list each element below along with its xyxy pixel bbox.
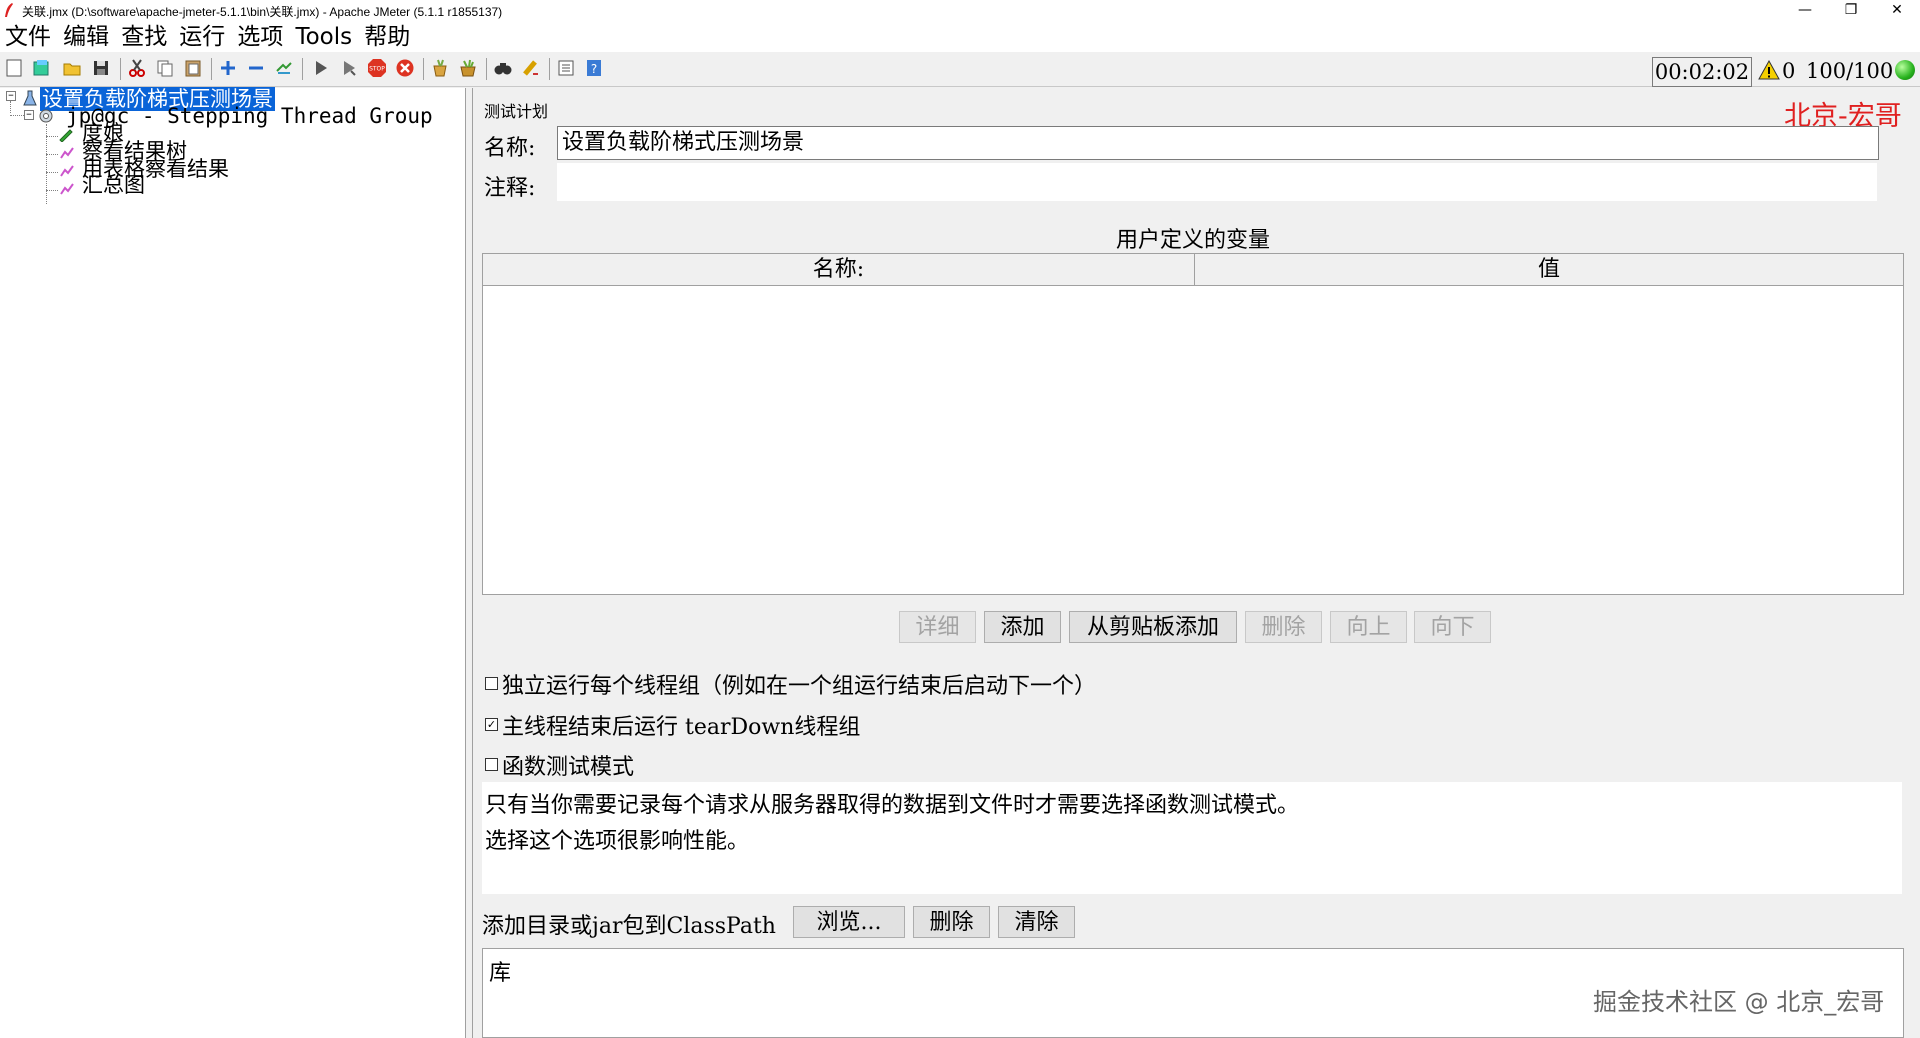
stop-icon[interactable]: STOP — [367, 58, 387, 78]
tree-collapse-thread-group[interactable]: − — [24, 110, 34, 120]
functional-mode-note: 只有当你需要记录每个请求从服务器取得的数据到文件时才需要选择函数测试模式。 选择… — [482, 782, 1902, 894]
listener-chart-icon — [60, 183, 74, 195]
delete-button[interactable]: 删除 — [1245, 611, 1322, 643]
add-button[interactable]: 添加 — [984, 611, 1061, 643]
functional-mode-checkbox[interactable] — [485, 758, 498, 771]
classpath-clear-button[interactable]: 清除 — [998, 906, 1075, 938]
move-down-button[interactable]: 向下 — [1414, 611, 1491, 643]
add-from-clipboard-button[interactable]: 从剪贴板添加 — [1069, 611, 1237, 643]
comment-label: 注释: — [484, 176, 536, 201]
restore-button[interactable]: ❐ — [1828, 0, 1874, 22]
function-helper-icon[interactable] — [556, 58, 576, 78]
teardown-on-shutdown-label: 主线程结束后运行 tearDown线程组 — [502, 715, 861, 740]
title-bar: 关联.jmx (D:\software\apache-jmeter-5.1.1\… — [0, 0, 1920, 22]
test-plan-panel: 测试计划 北京-宏哥 名称: 设置负载阶梯式压测场景 注释: 用户定义的变量 名… — [473, 88, 1920, 1038]
copy-icon[interactable] — [155, 58, 175, 78]
menu-run[interactable]: 运行 — [179, 22, 225, 52]
detail-button[interactable]: 详细 — [899, 611, 976, 643]
new-icon[interactable] — [4, 58, 24, 78]
classpath-label: 添加目录或jar包到ClassPath — [482, 914, 776, 939]
teardown-on-shutdown-checkbox[interactable]: ✓ — [485, 718, 498, 731]
serialize-thread-groups-checkbox[interactable] — [485, 677, 498, 690]
menu-tools[interactable]: Tools — [295, 22, 352, 52]
toggle-icon[interactable] — [274, 58, 294, 78]
menu-options[interactable]: 选项 — [237, 22, 283, 52]
svg-text:STOP: STOP — [369, 66, 385, 73]
listener-chart-icon — [60, 147, 74, 159]
test-plan-tree: − 设置负载阶梯式压测场景 − jp@gc - Stepping Thread … — [0, 87, 466, 1038]
jmeter-feather-icon — [5, 3, 13, 17]
menu-bar: 文件 编辑 查找 运行 选项 Tools 帮助 — [0, 22, 1920, 52]
name-input[interactable]: 设置负载阶梯式压测场景 — [557, 126, 1879, 160]
help-icon[interactable]: ? — [584, 58, 604, 78]
serialize-thread-groups-label: 独立运行每个线程组（例如在一个组运行结束后启动下一个） — [502, 674, 1097, 699]
expand-all-icon[interactable] — [218, 58, 238, 78]
search-icon[interactable] — [493, 58, 513, 78]
name-label: 名称: — [484, 136, 536, 161]
split-pane-divider[interactable] — [466, 88, 473, 1038]
svg-text:?: ? — [591, 62, 597, 76]
shutdown-icon[interactable] — [395, 58, 415, 78]
start-icon[interactable] — [311, 58, 331, 78]
note-line-1: 只有当你需要记录每个请求从服务器取得的数据到文件时才需要选择函数测试模式。 — [485, 793, 1300, 818]
menu-edit[interactable]: 编辑 — [63, 22, 109, 52]
paste-icon[interactable] — [183, 58, 203, 78]
menu-help[interactable]: 帮助 — [364, 22, 410, 52]
user-variables-title: 用户定义的变量 — [1115, 228, 1270, 253]
watermark: 掘金技术社区 @ 北京_宏哥 — [1593, 988, 1885, 1016]
reset-search-icon[interactable] — [521, 58, 541, 78]
elapsed-timer: 00:02:02 — [1652, 57, 1752, 87]
functional-mode-label: 函数测试模式 — [502, 755, 635, 780]
note-line-2: 选择这个选项很影响性能。 — [485, 829, 750, 854]
classpath-delete-button[interactable]: 删除 — [913, 906, 990, 938]
cut-icon[interactable] — [127, 58, 147, 78]
save-icon[interactable] — [91, 58, 111, 78]
variables-table: 名称: 值 — [482, 253, 1904, 595]
test-plan-icon — [23, 90, 37, 106]
section-title: 测试计划 — [484, 102, 549, 121]
browse-button[interactable]: 浏览... — [793, 906, 905, 938]
clear-icon[interactable] — [430, 58, 450, 78]
run-status-indicator — [1895, 60, 1915, 80]
listener-chart-icon — [60, 165, 74, 177]
menu-search[interactable]: 查找 — [121, 22, 167, 52]
tree-collapse-root[interactable]: − — [6, 91, 16, 101]
open-icon[interactable] — [62, 58, 82, 78]
column-name-header[interactable]: 名称: — [483, 254, 1195, 286]
start-no-pauses-icon[interactable] — [339, 58, 359, 78]
templates-icon[interactable] — [31, 58, 51, 78]
comment-input[interactable] — [557, 163, 1877, 201]
minimize-button[interactable]: — — [1782, 0, 1828, 22]
collapse-all-icon[interactable] — [246, 58, 266, 78]
clear-all-icon[interactable] — [458, 58, 478, 78]
library-column-header: 库 — [489, 961, 512, 986]
warning-count: 0 — [1782, 59, 1796, 83]
column-value-header[interactable]: 值 — [1195, 254, 1903, 286]
move-up-button[interactable]: 向上 — [1330, 611, 1407, 643]
thread-group-gear-icon — [39, 109, 53, 123]
tree-node-aggregate-graph[interactable]: 汇总图 — [82, 174, 145, 196]
close-button[interactable]: ✕ — [1874, 0, 1920, 22]
warning-icon[interactable] — [1758, 60, 1780, 80]
menu-file[interactable]: 文件 — [5, 22, 51, 52]
name-input-value: 设置负载阶梯式压测场景 — [562, 130, 805, 155]
window-title: 关联.jmx (D:\software\apache-jmeter-5.1.1\… — [22, 5, 503, 19]
http-sampler-pen-icon — [59, 129, 73, 142]
active-threads: 100/100 — [1806, 59, 1894, 83]
toolbar: STOP ? — [0, 52, 1920, 87]
